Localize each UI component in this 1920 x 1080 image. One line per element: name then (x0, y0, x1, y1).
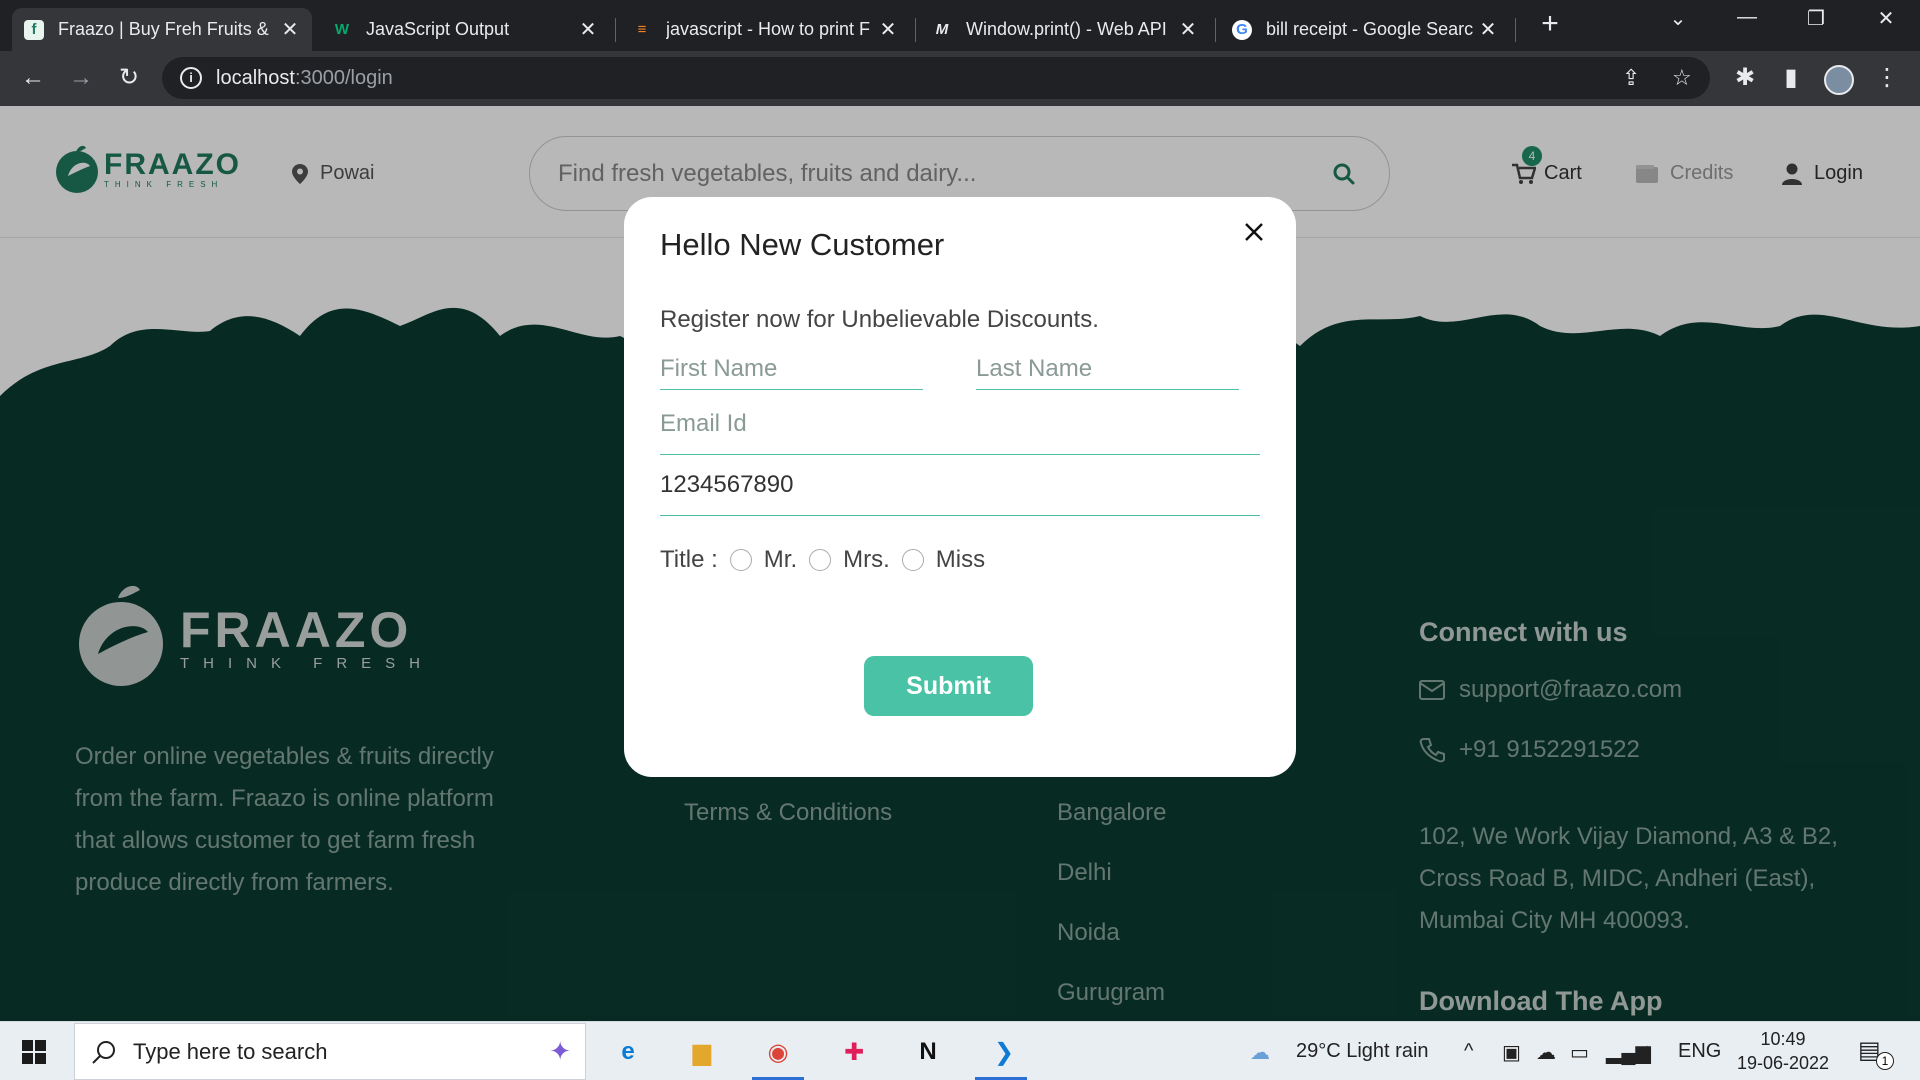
vscode-icon[interactable]: ❯ (982, 1030, 1026, 1074)
battery-icon[interactable]: ▭ (1570, 1040, 1589, 1065)
close-tab-icon[interactable]: ✕ (578, 17, 598, 42)
tab-separator (1215, 18, 1216, 42)
fraazo-favicon-icon: f (24, 19, 44, 40)
register-modal: Hello New Customer Register now for Unbe… (624, 197, 1296, 777)
tab-separator (915, 18, 916, 42)
windows-start-icon[interactable] (22, 1040, 46, 1064)
w3-favicon-icon: W (334, 21, 350, 38)
meet-icon[interactable]: ▣ (1502, 1040, 1521, 1065)
back-icon[interactable]: ← (18, 63, 48, 93)
forward-icon[interactable]: → (66, 63, 96, 93)
url-text: localhost:3000/login (216, 66, 393, 89)
volume-icon[interactable]: ♪ (1642, 1040, 1652, 1063)
last-name-field[interactable] (976, 355, 1239, 390)
tab-javascript-output[interactable]: W JavaScript Output ✕ (320, 8, 610, 51)
close-window-icon[interactable]: ✕ (1866, 6, 1906, 31)
onedrive-icon[interactable]: ☁ (1536, 1040, 1556, 1065)
tab-title: javascript - How to print F (666, 19, 871, 39)
mdn-favicon-icon: M (935, 21, 949, 38)
tab-separator (1515, 18, 1516, 42)
close-tab-icon[interactable]: ✕ (878, 17, 898, 42)
modal-title: Hello New Customer (660, 227, 945, 262)
submit-button[interactable]: Submit (864, 656, 1033, 716)
clock-date: 19-06-2022 (1736, 1053, 1830, 1073)
title-radio-group: Title : Mr. Mrs. Miss (660, 546, 985, 574)
phone-field[interactable] (660, 471, 1260, 516)
close-tab-icon[interactable]: ✕ (1178, 17, 1198, 42)
tab-title: Fraazo | Buy Freh Fruits & (58, 19, 269, 39)
tab-title: Window.print() - Web API (966, 19, 1167, 39)
close-icon[interactable] (1239, 217, 1269, 247)
page-content: FRAAZO THINK FRESH Powai Cart 4 Credits … (0, 106, 1920, 1021)
email-field[interactable] (660, 410, 1260, 455)
close-tab-icon[interactable]: ✕ (1478, 17, 1498, 42)
notification-count-badge: 1 (1876, 1052, 1894, 1070)
weather-icon[interactable]: ☁ (1250, 1040, 1270, 1065)
chrome-icon[interactable]: ◉ (756, 1030, 800, 1074)
taskbar-search-box[interactable]: Type here to search ✦ (74, 1023, 586, 1080)
show-hidden-icons-icon[interactable]: ^ (1464, 1040, 1473, 1063)
menu-kebab-icon[interactable]: ⋮ (1872, 63, 1902, 93)
browser-toolbar: ← → ↻ i localhost:3000/login ⇪ ☆ ✱ ▮ ⋮ (0, 51, 1920, 106)
edge-icon[interactable]: e (606, 1030, 650, 1074)
radio-label: Miss (935, 546, 986, 573)
new-tab-icon[interactable]: + (1536, 9, 1564, 39)
address-bar[interactable]: i localhost:3000/login ⇪ ☆ (162, 57, 1710, 99)
extensions-icon[interactable]: ✱ (1730, 63, 1760, 93)
minimize-icon[interactable]: — (1727, 6, 1767, 29)
stackoverflow-favicon-icon: ≡ (637, 21, 647, 38)
radio-mr[interactable] (729, 549, 752, 571)
slack-icon[interactable]: ✚ (832, 1030, 876, 1074)
restore-icon[interactable]: ❐ (1796, 6, 1836, 31)
windows-taskbar: Type here to search ✦ e ▆ ◉ ✚ N ❯ ☁ 29°C… (0, 1021, 1920, 1080)
system-clock[interactable]: 10:49 19-06-2022 (1735, 1027, 1831, 1075)
notion-icon[interactable]: N (906, 1030, 950, 1074)
reload-icon[interactable]: ↻ (114, 63, 144, 93)
search-highlight-icon: ✦ (549, 1036, 571, 1066)
radio-mrs[interactable] (809, 549, 832, 571)
bookmark-star-icon[interactable]: ☆ (1672, 65, 1692, 91)
tab-title: JavaScript Output (366, 19, 510, 39)
first-name-field[interactable] (660, 355, 923, 390)
close-tab-icon[interactable]: ✕ (280, 17, 300, 42)
taskbar-search-placeholder: Type here to search (133, 1038, 328, 1064)
weather-text[interactable]: 29°C Light rain (1296, 1040, 1429, 1063)
radio-label: Mr. (763, 546, 798, 573)
radio-miss[interactable] (901, 549, 924, 571)
google-favicon-icon: G (1232, 19, 1252, 40)
browser-tab-bar: f Fraazo | Buy Freh Fruits & ✕ W JavaScr… (0, 0, 1920, 51)
file-explorer-icon[interactable]: ▆ (680, 1030, 724, 1074)
tab-google-search[interactable]: G bill receipt - Google Searc ✕ (1220, 8, 1510, 51)
share-icon[interactable]: ⇪ (1622, 65, 1640, 91)
tab-fraazo[interactable]: f Fraazo | Buy Freh Fruits & ✕ (12, 8, 312, 51)
search-icon (92, 1040, 115, 1064)
modal-subtitle: Register now for Unbelievable Discounts. (660, 306, 1099, 333)
title-label: Title : (660, 546, 718, 573)
side-panel-icon[interactable]: ▮ (1776, 63, 1806, 93)
language-indicator[interactable]: ENG (1678, 1040, 1721, 1063)
tab-mdn[interactable]: M Window.print() - Web API ✕ (920, 8, 1210, 51)
profile-avatar[interactable] (1824, 65, 1854, 95)
tab-separator (615, 18, 616, 42)
tab-search-chevron-icon[interactable]: ⌄ (1658, 6, 1698, 31)
site-info-icon[interactable]: i (180, 67, 202, 89)
tab-stackoverflow[interactable]: ≡ javascript - How to print F ✕ (620, 8, 910, 51)
tab-title: bill receipt - Google Searc (1266, 19, 1474, 39)
radio-label: Mrs. (843, 546, 890, 573)
clock-time: 10:49 (1760, 1029, 1806, 1049)
